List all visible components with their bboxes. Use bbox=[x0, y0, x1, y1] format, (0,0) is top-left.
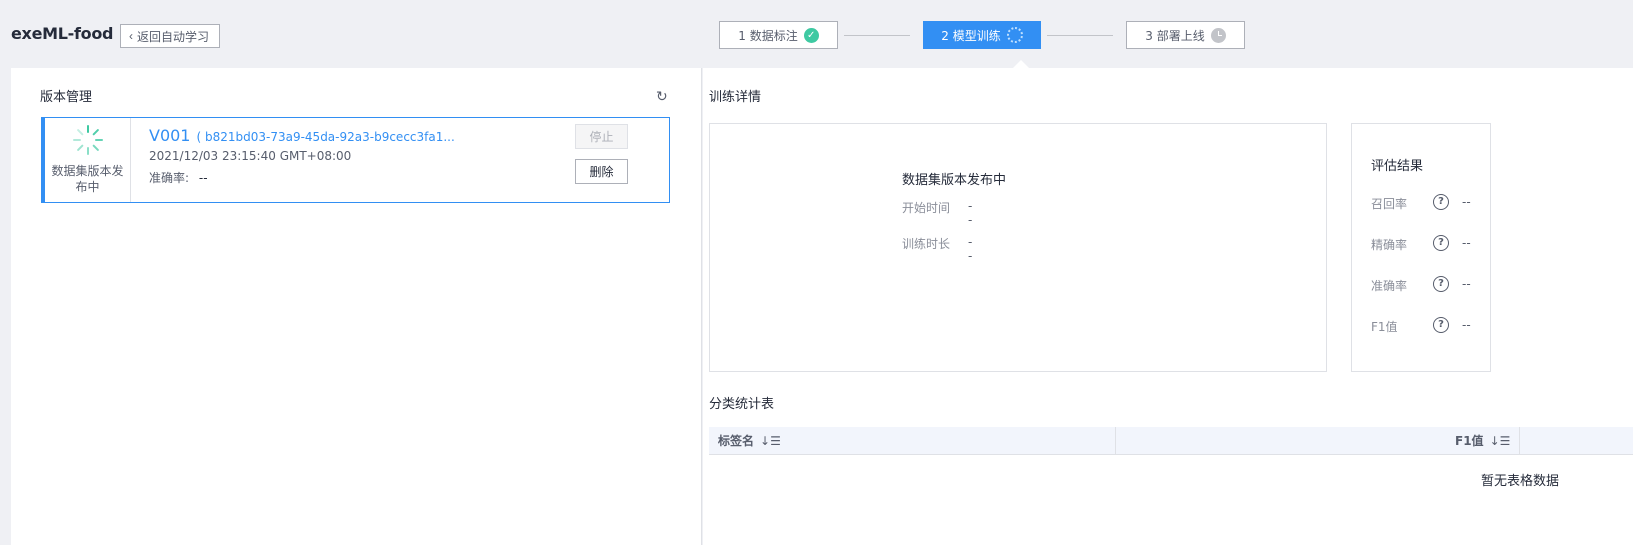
help-icon[interactable]: ? bbox=[1433, 276, 1449, 292]
classification-table-title: 分类统计表 bbox=[709, 397, 775, 412]
eval-value: -- bbox=[1462, 236, 1471, 250]
back-button-label: 返回自动学习 bbox=[137, 29, 210, 44]
sort-icon[interactable]: ↓☰ bbox=[1490, 427, 1511, 455]
classification-table-header: 标签名 ↓☰ F1值 ↓☰ bbox=[709, 427, 1633, 455]
duration-label: 训练时长 bbox=[902, 237, 951, 251]
help-icon[interactable]: ? bbox=[1433, 317, 1449, 333]
eval-label: 召回率 bbox=[1371, 197, 1408, 211]
step-label: 3 部署上线 bbox=[1145, 28, 1205, 43]
stop-button[interactable]: 停止 bbox=[575, 124, 628, 149]
check-circle-icon: ✓ bbox=[803, 27, 819, 43]
column-divider bbox=[1519, 427, 1520, 455]
training-status: 数据集版本发布中 bbox=[902, 173, 1007, 188]
version-management-panel: 版本管理 ↻ 数据集版本发布中 V001 ( b821bd03-73a9-45d… bbox=[11, 68, 702, 545]
version-name: V001 bbox=[149, 126, 191, 145]
start-time-label: 开始时间 bbox=[902, 201, 951, 215]
accuracy-label: 准确率: bbox=[149, 171, 190, 185]
eval-label: 精确率 bbox=[1371, 238, 1408, 252]
step-model-training[interactable]: 2 模型训练 bbox=[923, 21, 1041, 49]
app-title: exeML-food bbox=[11, 24, 114, 43]
table-empty-text: 暂无表格数据 bbox=[1481, 474, 1560, 489]
chevron-left-icon: ‹ bbox=[129, 29, 133, 43]
eval-row-precision: 精确率 ? -- bbox=[1371, 235, 1481, 253]
training-detail-box: 数据集版本发布中 开始时间 -- 训练时长 -- bbox=[709, 123, 1327, 372]
sort-icon[interactable]: ↓☰ bbox=[760, 427, 781, 455]
version-management-title: 版本管理 bbox=[40, 90, 93, 105]
column-header-label-name[interactable]: 标签名 ↓☰ bbox=[718, 427, 781, 455]
eval-value: -- bbox=[1462, 195, 1471, 209]
training-detail-title: 训练详情 bbox=[709, 90, 762, 105]
eval-row-accuracy: 准确率 ? -- bbox=[1371, 276, 1481, 294]
column-header-f1[interactable]: F1值 ↓☰ bbox=[1455, 427, 1510, 455]
eval-row-recall: 召回率 ? -- bbox=[1371, 194, 1481, 212]
version-status-text: 数据集版本发布中 bbox=[51, 164, 124, 194]
loading-spinner-icon bbox=[72, 125, 103, 155]
eval-row-f1: F1值 ? -- bbox=[1371, 317, 1481, 335]
delete-button[interactable]: 删除 bbox=[575, 159, 628, 184]
clock-icon bbox=[1210, 27, 1226, 43]
eval-label: 准确率 bbox=[1371, 279, 1408, 293]
version-status: 数据集版本发布中 bbox=[45, 118, 131, 202]
step-label: 2 模型训练 bbox=[941, 28, 1001, 43]
help-icon[interactable]: ? bbox=[1433, 194, 1449, 210]
step-label: 1 数据标注 bbox=[738, 28, 798, 43]
active-step-caret bbox=[1013, 60, 1029, 68]
refresh-icon[interactable]: ↻ bbox=[656, 90, 670, 104]
evaluation-box: 评估结果 召回率 ? -- 精确率 ? -- 准确率 ? -- F1值 ? -- bbox=[1351, 123, 1491, 372]
step-connector bbox=[844, 35, 910, 36]
step-connector bbox=[1047, 35, 1113, 36]
version-id: ( b821bd03-73a9-45da-92a3-b9cecc3fa1... bbox=[196, 130, 455, 144]
duration-value: -- bbox=[968, 235, 973, 263]
evaluation-title: 评估结果 bbox=[1371, 159, 1424, 174]
eval-value: -- bbox=[1462, 277, 1471, 291]
back-to-automl-button[interactable]: ‹ 返回自动学习 bbox=[120, 24, 221, 48]
accuracy-value: -- bbox=[198, 171, 208, 185]
training-panel: 训练详情 数据集版本发布中 开始时间 -- 训练时长 -- 评估结果 召回率 ?… bbox=[703, 68, 1633, 545]
start-time-row: 开始时间 -- bbox=[902, 199, 972, 227]
loading-spinner-icon bbox=[1006, 27, 1023, 43]
step-deploy[interactable]: 3 部署上线 bbox=[1126, 21, 1245, 49]
duration-row: 训练时长 -- bbox=[902, 235, 972, 263]
eval-label: F1值 bbox=[1371, 320, 1398, 334]
step-data-labeling[interactable]: 1 数据标注 ✓ bbox=[719, 21, 838, 49]
column-divider bbox=[1115, 427, 1116, 455]
eval-value: -- bbox=[1462, 318, 1471, 332]
help-icon[interactable]: ? bbox=[1433, 235, 1449, 251]
start-time-value: -- bbox=[968, 199, 973, 227]
